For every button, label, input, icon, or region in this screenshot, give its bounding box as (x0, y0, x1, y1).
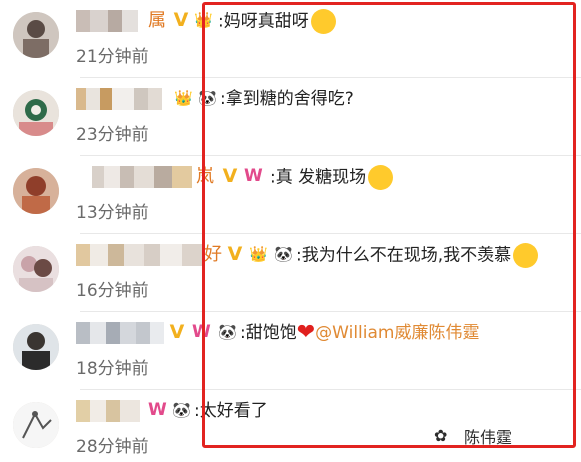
avatar[interactable] (13, 12, 59, 58)
w-badge-icon: W (148, 400, 167, 420)
username-blurred[interactable] (76, 10, 144, 32)
highlight-box (202, 2, 576, 448)
timestamp: 28分钟前 (76, 437, 149, 457)
username-blurred[interactable] (76, 400, 140, 422)
username-blurred[interactable] (92, 166, 192, 188)
username-blurred[interactable] (76, 244, 204, 266)
avatar[interactable] (13, 90, 59, 136)
timestamp: 13分钟前 (76, 203, 149, 223)
avatar[interactable] (13, 324, 59, 370)
crown-badge-icon: 👑 (174, 89, 193, 107)
timestamp: 23分钟前 (76, 125, 149, 145)
username-suffix: 属 (148, 10, 166, 31)
timestamp: 21分钟前 (76, 47, 149, 67)
avatar[interactable] (13, 246, 59, 292)
wechat-icon: ✿ (434, 426, 448, 445)
avatar[interactable] (13, 168, 59, 214)
avatar[interactable] (13, 402, 59, 448)
timestamp: 16分钟前 (76, 281, 149, 301)
verified-v-icon: V (173, 9, 189, 31)
verified-v-icon: V (169, 321, 185, 343)
timestamp: 18分钟前 (76, 359, 149, 379)
username-blurred[interactable] (76, 88, 168, 110)
username-blurred[interactable] (76, 322, 164, 344)
panda-badge-icon: 🐼 (172, 401, 191, 419)
brand-name: 陈伟霆 (464, 428, 513, 447)
